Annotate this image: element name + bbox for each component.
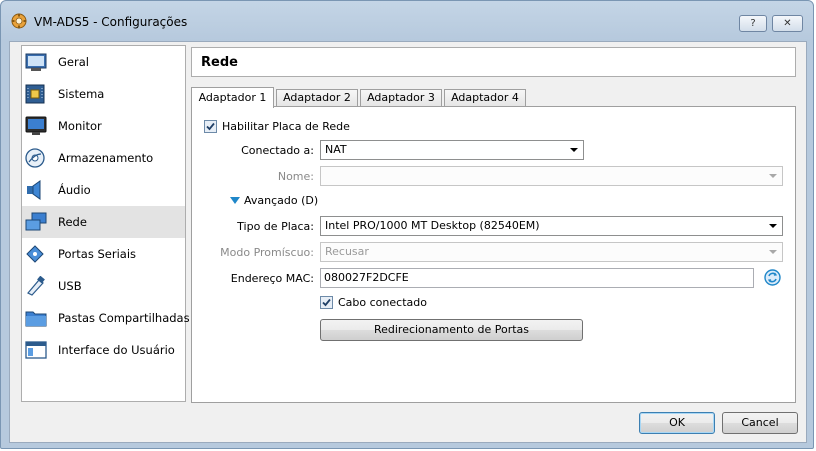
name-select[interactable] [320, 166, 783, 186]
enable-adapter-label: Habilitar Placa de Rede [222, 120, 350, 133]
sidebar-item-audio[interactable]: Áudio [22, 174, 185, 206]
monitor-icon [25, 116, 47, 135]
shared-folders-icon [25, 311, 47, 327]
sidebar-item-serial-ports[interactable]: Portas Seriais [22, 238, 185, 270]
page-title: Rede [201, 55, 238, 70]
sidebar-item-label: Interface do Usuário [58, 343, 175, 357]
general-icon [25, 53, 47, 71]
checkmark-icon [206, 122, 215, 131]
sidebar-item-label: Sistema [58, 87, 105, 101]
tab-adapter-2[interactable]: Adaptador 2 [276, 89, 358, 107]
advanced-expander-icon[interactable] [230, 197, 240, 204]
help-button[interactable]: ? [739, 15, 767, 32]
advanced-toggle[interactable]: Avançado (D) [244, 194, 318, 207]
promiscuous-mode-label: Modo Promíscuo: [220, 246, 314, 259]
chevron-down-icon [769, 224, 777, 228]
adapter-type-select[interactable]: Intel PRO/1000 MT Desktop (82540EM) [320, 216, 783, 236]
sidebar-item-monitor[interactable]: Monitor [22, 110, 185, 142]
tab-adapter-3[interactable]: Adaptador 3 [360, 89, 442, 107]
port-forwarding-button[interactable]: Redirecionamento de Portas [320, 319, 583, 341]
chevron-down-icon [769, 174, 777, 178]
page-header: Rede [191, 47, 796, 77]
cable-connected-label: Cabo conectado [338, 296, 427, 309]
refresh-mac-icon[interactable] [764, 269, 781, 286]
sidebar-item-label: Portas Seriais [58, 247, 137, 261]
close-button[interactable]: ✕ [772, 15, 803, 32]
settings-category-list: Geral Sistema Monitor Armazenamento Áudi… [21, 45, 190, 402]
user-interface-icon [25, 341, 47, 359]
sidebar-item-label: Pastas Compartilhadas [58, 311, 190, 325]
mac-address-label: Endereço MAC: [230, 272, 314, 285]
serial-ports-icon [26, 245, 44, 263]
sidebar-item-label: Áudio [58, 183, 91, 197]
tab-adapter-4[interactable]: Adaptador 4 [444, 89, 526, 107]
adapter-settings-panel: Habilitar Placa de Rede Conectado a: NAT… [191, 106, 796, 403]
window-title: VM-ADS5 - Configurações [34, 15, 188, 29]
usb-icon [27, 276, 45, 296]
sidebar-item-label: Armazenamento [58, 151, 154, 165]
sidebar-item-system[interactable]: Sistema [22, 78, 185, 110]
attached-to-value: NAT [325, 143, 347, 156]
name-label: Nome: [277, 170, 314, 183]
tab-adapter-1[interactable]: Adaptador 1 [191, 87, 274, 108]
virtualbox-app-icon [11, 13, 27, 29]
enable-adapter-checkbox[interactable] [204, 120, 217, 133]
settings-window: VM-ADS5 - Configurações ? ✕ Geral Sistem… [0, 0, 814, 449]
dialog-body: Geral Sistema Monitor Armazenamento Áudi… [9, 41, 807, 443]
sidebar-item-usb[interactable]: USB [22, 270, 185, 302]
system-chip-icon [25, 84, 45, 104]
promiscuous-mode-select[interactable]: Recusar [320, 242, 783, 262]
promiscuous-mode-value: Recusar [325, 245, 369, 258]
cancel-button[interactable]: Cancel [722, 412, 798, 434]
storage-icon [25, 148, 45, 168]
adapter-type-label: Tipo de Placa: [237, 220, 314, 233]
sidebar-item-user-interface[interactable]: Interface do Usuário [22, 334, 185, 366]
chevron-down-icon [570, 148, 578, 152]
checkmark-icon [322, 298, 331, 307]
ok-button[interactable]: OK [639, 412, 715, 434]
cable-connected-checkbox[interactable] [320, 296, 333, 309]
sidebar-item-storage[interactable]: Armazenamento [22, 142, 185, 174]
mac-address-field[interactable]: 080027F2DCFE [320, 268, 754, 288]
title-bar: VM-ADS5 - Configurações ? ✕ [1, 1, 813, 41]
attached-to-select[interactable]: NAT [320, 140, 584, 160]
audio-icon [27, 180, 41, 200]
sidebar-item-network[interactable]: Rede [22, 206, 185, 238]
sidebar-item-general[interactable]: Geral [22, 46, 185, 78]
adapter-type-value: Intel PRO/1000 MT Desktop (82540EM) [325, 219, 540, 232]
network-icon [25, 212, 47, 231]
chevron-down-icon [769, 250, 777, 254]
sidebar-item-shared-folders[interactable]: Pastas Compartilhadas [22, 302, 190, 334]
sidebar-item-label: Rede [58, 215, 87, 229]
sidebar-item-label: Geral [58, 55, 89, 69]
attached-to-label: Conectado a: [241, 144, 314, 157]
sidebar-item-label: Monitor [58, 119, 102, 133]
sidebar-item-label: USB [58, 279, 82, 293]
